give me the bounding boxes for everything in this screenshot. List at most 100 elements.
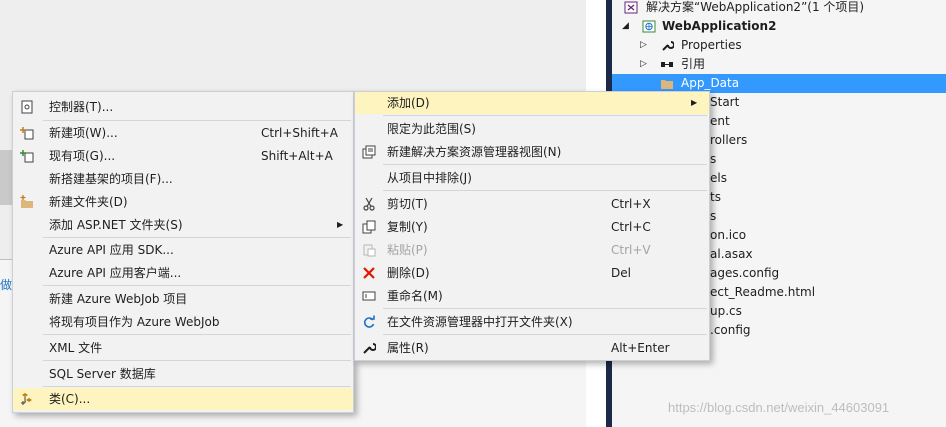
tree-item-label: els bbox=[710, 171, 727, 185]
tree-item-label: ect_Readme.html bbox=[710, 285, 816, 299]
menu-item-label: 新建 Azure WebJob 项目 bbox=[49, 292, 188, 306]
menu-separator bbox=[383, 115, 707, 116]
menu-item-new-folder[interactable]: 新建文件夹(D) bbox=[13, 191, 353, 213]
web-project-icon bbox=[642, 20, 656, 33]
context-menu: 添加(D) ▶ 限定为此范围(S) 新建解决方案资源管理器视图(N) 从项目中排… bbox=[354, 91, 710, 361]
menu-item-azure-client[interactable]: Azure API 应用客户端... bbox=[13, 262, 353, 284]
collapsed-arrow-icon[interactable]: ▷ bbox=[640, 55, 647, 74]
menu-item-shortcut: Del bbox=[611, 266, 631, 280]
solution-label: 解决方案“WebApplication2”(1 个项目) bbox=[646, 0, 865, 14]
wrench-icon bbox=[660, 39, 675, 52]
solution-icon bbox=[624, 1, 638, 14]
menu-separator bbox=[43, 386, 351, 387]
menu-separator bbox=[43, 360, 351, 361]
menu-item-exclude[interactable]: 从项目中排除(J) bbox=[355, 167, 709, 189]
menu-item-cut[interactable]: 剪切(T) Ctrl+X bbox=[355, 193, 709, 215]
editor-scroll-band bbox=[0, 150, 12, 205]
tree-item-label: s bbox=[710, 152, 717, 166]
tree-item-label: al.asax bbox=[710, 247, 753, 261]
tree-item[interactable]: ▷ Properties bbox=[612, 36, 946, 55]
menu-item-label: 剪切(T) bbox=[387, 197, 428, 211]
menu-item-label: 属性(R) bbox=[387, 341, 429, 355]
menu-item-label: 粘贴(P) bbox=[387, 243, 428, 257]
menu-separator bbox=[383, 334, 707, 335]
tree-item[interactable]: ▷ 引用 bbox=[612, 55, 946, 74]
menu-item-label: 现有项(G)... bbox=[49, 149, 116, 163]
menu-item-label: Azure API 应用 SDK... bbox=[49, 243, 174, 257]
tree-item-label: 引用 bbox=[681, 57, 706, 71]
menu-separator bbox=[43, 334, 351, 335]
menu-item-label: 添加(D) bbox=[387, 96, 430, 110]
menu-item-paste[interactable]: 粘贴(P) Ctrl+V bbox=[355, 239, 709, 261]
wrench-icon bbox=[361, 340, 377, 356]
menu-item-shortcut: Ctrl+V bbox=[611, 243, 651, 257]
menu-separator bbox=[383, 308, 707, 309]
menu-item-label: 复制(Y) bbox=[387, 220, 428, 234]
tree-item-label: on.ico bbox=[710, 228, 747, 242]
menu-separator bbox=[383, 164, 707, 165]
tree-item-label: .config bbox=[710, 323, 751, 337]
menu-item-label: 在文件资源管理器中打开文件夹(X) bbox=[387, 315, 573, 329]
submenu-arrow-icon: ▶ bbox=[691, 98, 698, 107]
menu-item-label: Azure API 应用客户端... bbox=[49, 266, 182, 280]
menu-item-properties[interactable]: 属性(R) Alt+Enter bbox=[355, 337, 709, 359]
menu-item-shortcut: Ctrl+X bbox=[611, 197, 651, 211]
project-label: WebApplication2 bbox=[662, 19, 777, 33]
menu-item-copy[interactable]: 复制(Y) Ctrl+C bbox=[355, 216, 709, 238]
menu-item-class[interactable]: 类(C)... bbox=[13, 388, 353, 410]
tree-project[interactable]: ◢ WebApplication2 bbox=[612, 17, 946, 36]
watermark: https://blog.csdn.net/weixin_44603091 bbox=[668, 400, 890, 415]
menu-item-label: 新建项(W)... bbox=[49, 126, 118, 140]
menu-item-new-webjob[interactable]: 新建 Azure WebJob 项目 bbox=[13, 288, 353, 310]
tree-item-label: Properties bbox=[681, 38, 742, 52]
scissors-icon bbox=[361, 196, 377, 212]
menu-item-label: XML 文件 bbox=[49, 341, 103, 355]
paste-icon bbox=[361, 242, 377, 258]
menu-item-existing-item[interactable]: 现有项(G)... Shift+Alt+A bbox=[13, 145, 353, 167]
menu-item-scope[interactable]: 限定为此范围(S) bbox=[355, 118, 709, 140]
new-view-icon bbox=[361, 144, 377, 160]
tree-item-label: ts bbox=[710, 190, 721, 204]
existing-item-icon bbox=[19, 148, 35, 164]
menu-separator bbox=[43, 285, 351, 286]
menu-item-label: 新建文件夹(D) bbox=[49, 195, 128, 209]
side-text: 做 bbox=[0, 278, 13, 292]
class-icon bbox=[19, 391, 35, 407]
menu-item-label: 添加 ASP.NET 文件夹(S) bbox=[49, 218, 183, 232]
menu-item-shortcut: Shift+Alt+A bbox=[261, 149, 333, 163]
expanded-arrow-icon[interactable]: ◢ bbox=[622, 17, 629, 36]
menu-item-new-item[interactable]: 新建项(W)... Ctrl+Shift+A bbox=[13, 122, 353, 144]
copy-icon bbox=[361, 219, 377, 235]
menu-item-azure-sdk[interactable]: Azure API 应用 SDK... bbox=[13, 239, 353, 261]
menu-separator bbox=[43, 120, 351, 121]
menu-item-rename[interactable]: 重命名(M) bbox=[355, 285, 709, 307]
menu-item-existing-webjob[interactable]: 将现有项目作为 Azure WebJob bbox=[13, 311, 353, 333]
menu-item-open-folder[interactable]: 在文件资源管理器中打开文件夹(X) bbox=[355, 311, 709, 333]
menu-item-scaffolded[interactable]: 新搭建基架的项目(F)... bbox=[13, 168, 353, 190]
tree-solution[interactable]: 解决方案“WebApplication2”(1 个项目) bbox=[612, 0, 946, 17]
menu-item-label: 将现有项目作为 Azure WebJob bbox=[49, 315, 220, 329]
menu-item-label: 新建解决方案资源管理器视图(N) bbox=[387, 145, 562, 159]
menu-item-add[interactable]: 添加(D) ▶ bbox=[355, 92, 709, 114]
tree-item-label: ages.config bbox=[710, 266, 780, 280]
collapsed-arrow-icon[interactable]: ▷ bbox=[640, 36, 647, 55]
menu-item-label: 从项目中排除(J) bbox=[387, 171, 472, 185]
menu-item-label: SQL Server 数据库 bbox=[49, 367, 156, 381]
menu-item-controller[interactable]: 控制器(T)... bbox=[13, 96, 353, 118]
menu-item-new-view[interactable]: 新建解决方案资源管理器视图(N) bbox=[355, 141, 709, 163]
tree-item-label: Start bbox=[710, 95, 740, 109]
tree-item-label: s bbox=[710, 209, 717, 223]
menu-item-label: 控制器(T)... bbox=[49, 100, 114, 114]
references-icon bbox=[660, 58, 674, 71]
menu-item-aspnet-folder[interactable]: 添加 ASP.NET 文件夹(S) ▶ bbox=[13, 214, 353, 236]
menu-separator bbox=[43, 237, 351, 238]
menu-item-sql-db[interactable]: SQL Server 数据库 bbox=[13, 363, 353, 385]
refresh-arrow-icon bbox=[361, 314, 377, 330]
submenu-arrow-icon: ▶ bbox=[337, 220, 344, 229]
new-item-icon bbox=[19, 125, 35, 141]
menu-item-label: 类(C)... bbox=[49, 392, 91, 406]
menu-item-delete[interactable]: 删除(D) Del bbox=[355, 262, 709, 284]
menu-item-xml-file[interactable]: XML 文件 bbox=[13, 337, 353, 359]
menu-separator bbox=[383, 190, 707, 191]
tree-item-label: up.cs bbox=[710, 304, 742, 318]
